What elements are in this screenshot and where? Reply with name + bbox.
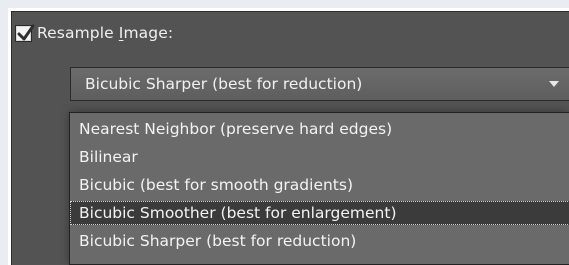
checkmark-icon: [17, 24, 35, 40]
resample-image-option[interactable]: Resample Image:: [15, 18, 173, 48]
resample-method-select[interactable]: Bicubic Sharper (best for reduction): [70, 67, 569, 101]
resample-image-panel: Resample Image: Bicubic Sharper (best fo…: [0, 0, 569, 265]
option-bicubic-smoother[interactable]: Bicubic Smoother (best for enlargement): [70, 201, 569, 225]
resample-method-value: Bicubic Sharper (best for reduction): [85, 75, 363, 93]
option-nearest-neighbor[interactable]: Nearest Neighbor (preserve hard edges): [70, 117, 569, 141]
option-bicubic-sharper[interactable]: Bicubic Sharper (best for reduction): [70, 229, 569, 253]
resample-image-checkbox[interactable]: [15, 24, 35, 42]
resample-image-label: Resample Image:: [37, 24, 174, 42]
chevron-down-icon[interactable]: [549, 81, 559, 87]
resample-method-list: Nearest Neighbor (preserve hard edges) B…: [69, 112, 569, 265]
option-bilinear[interactable]: Bilinear: [70, 145, 569, 169]
option-bicubic[interactable]: Bicubic (best for smooth gradients): [70, 173, 569, 197]
